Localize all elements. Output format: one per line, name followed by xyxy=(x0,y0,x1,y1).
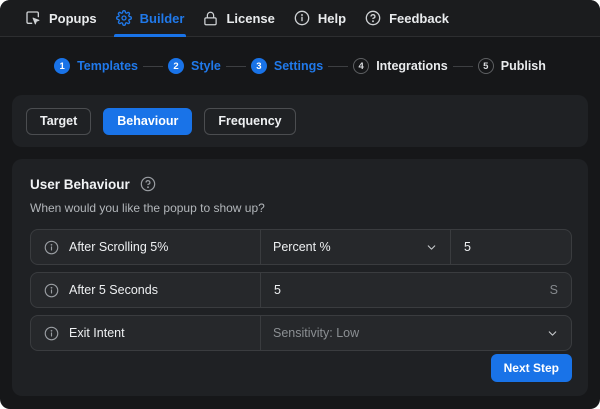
row-exit-intent-label: Exit Intent xyxy=(69,326,125,340)
settings-tabs-card: Target Behaviour Frequency xyxy=(12,95,588,147)
row-after-seconds: After 5 Seconds S xyxy=(30,272,572,308)
step-connector xyxy=(452,65,473,67)
panel-title-row: User Behaviour xyxy=(30,176,572,192)
step-3-circle: 3 xyxy=(250,58,267,74)
next-step-button[interactable]: Next Step xyxy=(490,354,572,382)
seconds-cell: S xyxy=(261,273,571,307)
step-4-label: Integrations xyxy=(376,59,448,73)
popups-cursor-icon xyxy=(25,10,41,26)
step-integrations[interactable]: 4 Integrations xyxy=(353,58,448,74)
nav-help-label: Help xyxy=(317,10,347,26)
row-exit-intent: Exit Intent Sensitivity: Low xyxy=(30,315,572,351)
nav-builder[interactable]: Builder xyxy=(113,0,187,37)
info-icon[interactable] xyxy=(44,326,59,341)
nav-popups-label: Popups xyxy=(49,10,97,26)
step-publish[interactable]: 5 Publish xyxy=(477,58,546,74)
nav-license-label: License xyxy=(226,10,275,26)
step-5-circle: 5 xyxy=(477,58,494,74)
nav-help[interactable]: Help xyxy=(294,0,346,37)
step-connector xyxy=(328,65,349,67)
step-2-circle: 2 xyxy=(168,58,184,74)
gear-icon xyxy=(115,10,132,26)
topbar: Popups Builder License Help Feedback xyxy=(0,0,600,37)
chevron-down-icon xyxy=(425,241,438,254)
step-templates[interactable]: 1 Templates xyxy=(54,58,138,74)
app-window: Popups Builder License Help Feedback 1 T… xyxy=(0,0,600,409)
nav-feedback-label: Feedback xyxy=(389,10,450,26)
step-connector xyxy=(225,65,246,67)
lock-icon xyxy=(203,11,218,26)
row-after-scrolling: After Scrolling 5% Percent % xyxy=(30,229,572,265)
sensitivity-select[interactable]: Sensitivity: Low xyxy=(261,316,571,350)
seconds-unit-suffix: S xyxy=(549,283,558,297)
seconds-input[interactable] xyxy=(274,283,542,297)
step-style[interactable]: 2 Style xyxy=(168,58,221,74)
panel-subtitle: When would you like the popup to show up… xyxy=(30,201,265,215)
behaviour-rows: After Scrolling 5% Percent % 5 After 5 S… xyxy=(30,229,572,351)
info-icon[interactable] xyxy=(44,283,59,298)
step-connector xyxy=(143,65,163,67)
scroll-unit-select[interactable]: Percent % xyxy=(261,230,451,264)
step-5-label: Publish xyxy=(500,59,546,73)
sensitivity-select-value: Sensitivity: Low xyxy=(273,326,360,340)
question-circle-icon xyxy=(365,10,381,26)
scroll-amount-input[interactable] xyxy=(464,240,571,254)
step-1-label: Templates xyxy=(77,59,138,73)
tab-target[interactable]: Target xyxy=(26,107,92,135)
nav-feedback[interactable]: Feedback xyxy=(365,0,449,37)
step-3-label: Settings xyxy=(273,59,324,73)
stepper: 1 Templates 2 Style 3 Settings 4 Integra… xyxy=(0,37,600,95)
panel-title: User Behaviour xyxy=(30,176,130,192)
scroll-amount-cell xyxy=(451,230,571,264)
nav-builder-label: Builder xyxy=(139,10,185,26)
row-after-seconds-label-cell: After 5 Seconds xyxy=(31,273,261,307)
step-1-circle: 1 xyxy=(54,58,71,74)
tab-behaviour[interactable]: Behaviour xyxy=(103,107,193,135)
scroll-unit-select-value: Percent % xyxy=(273,240,331,254)
row-after-scrolling-label: After Scrolling 5% xyxy=(69,240,169,254)
help-circle-icon[interactable] xyxy=(140,176,156,192)
info-icon[interactable] xyxy=(44,240,59,255)
step-2-label: Style xyxy=(191,59,221,73)
tab-frequency[interactable]: Frequency xyxy=(204,107,296,135)
user-behaviour-panel: User Behaviour When would you like the p… xyxy=(12,159,588,396)
step-settings[interactable]: 3 Settings xyxy=(250,58,324,74)
info-circle-icon xyxy=(294,10,310,26)
nav-license[interactable]: License xyxy=(203,0,275,37)
row-after-scrolling-label-cell: After Scrolling 5% xyxy=(31,230,261,264)
chevron-down-icon xyxy=(546,327,559,340)
step-4-circle: 4 xyxy=(353,58,370,74)
panel-footer: Next Step xyxy=(30,354,572,382)
row-after-seconds-label: After 5 Seconds xyxy=(69,283,158,297)
nav-popups[interactable]: Popups xyxy=(25,0,97,37)
row-exit-intent-label-cell: Exit Intent xyxy=(31,316,261,350)
